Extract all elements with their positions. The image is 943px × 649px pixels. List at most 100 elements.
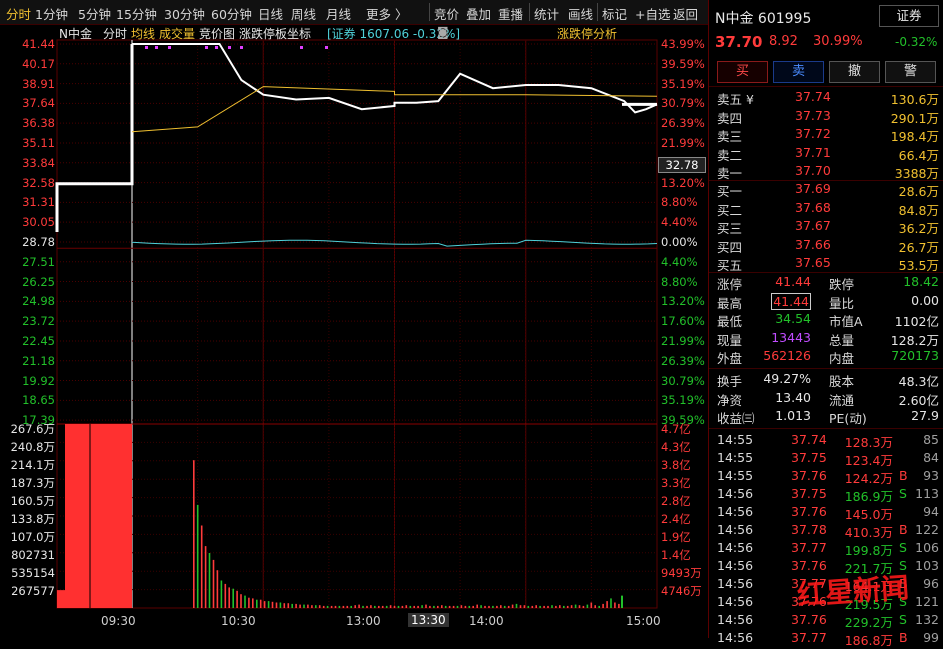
toolbar-item-9[interactable]: 更多 〉 <box>366 4 407 23</box>
tick-price: 37.76 <box>791 558 827 573</box>
toolbar-item-2[interactable]: 5分钟 <box>78 4 111 23</box>
toolbar-item-17[interactable]: 返回 <box>673 4 698 23</box>
volume-bar <box>244 595 246 608</box>
buy-button[interactable]: 买 <box>717 61 768 83</box>
stat-value: 34.54 <box>775 311 811 327</box>
stat-value: 2.60亿 <box>898 392 939 408</box>
cancel-order-button[interactable]: 撤 <box>829 61 880 83</box>
stat-key: 股本 <box>829 374 855 389</box>
volume-tick-4: 160.5万 <box>10 494 55 509</box>
index-badge[interactable]: 证券 <box>879 5 939 27</box>
alert-button[interactable]: 警 <box>885 61 936 83</box>
volume-bar <box>425 604 427 608</box>
toolbar-item-7[interactable]: 周线 <box>291 4 316 23</box>
volume-bar <box>484 605 486 608</box>
tick-row: 14:55 37.75 123.4万 84 <box>717 450 939 468</box>
toolbar-item-8[interactable]: 月线 <box>326 4 351 23</box>
volume-bar <box>503 605 506 608</box>
volume-bar <box>496 605 498 608</box>
volume-bar <box>500 605 502 608</box>
volume-bar <box>220 580 223 608</box>
volume-bar <box>322 605 325 608</box>
toolbar-item-10[interactable]: 竞价 <box>434 4 459 23</box>
stat-key: 流通 <box>829 392 855 408</box>
volume-bar <box>606 601 608 608</box>
volume-bar <box>551 605 553 608</box>
bids-row-1: 买二 37.68 84.8万 <box>717 200 939 218</box>
toolbar-item-16[interactable]: +自选 <box>635 4 670 23</box>
price-tick-9: 30.05 <box>22 215 55 230</box>
toolbar-item-6[interactable]: 日线 <box>258 4 283 23</box>
volume-bar <box>208 553 211 608</box>
volume-bar <box>216 570 219 608</box>
toolbar-item-14[interactable]: 画线 <box>568 4 593 23</box>
pct-tick-16: 26.39% <box>661 353 705 368</box>
asks-row-3: 卖二 37.71 66.4万 <box>717 145 939 163</box>
intraday-chart[interactable] <box>0 24 708 638</box>
volume-bar <box>610 598 612 608</box>
volume-bar <box>232 588 234 608</box>
stat-value: 41.44 <box>775 274 811 289</box>
volume-bar <box>318 605 321 608</box>
volume-bar <box>441 605 443 608</box>
toolbar-item-4[interactable]: 30分钟 <box>164 4 205 23</box>
volume-bar <box>212 559 215 608</box>
amount-tick-8: 9493万 <box>661 566 702 581</box>
stat-key: 净资 <box>717 392 743 408</box>
limit-up-marker <box>205 46 208 49</box>
last-price: 37.70 <box>715 33 763 51</box>
tick-price: 37.75 <box>791 450 827 465</box>
index-change: -0.32% <box>895 35 938 49</box>
pct-tick-17: 30.79% <box>661 373 705 388</box>
tick-row: 14:56 37.77 199.8万 S 106 <box>717 540 939 558</box>
pct-tick-10: 0.00% <box>661 234 698 249</box>
volume-bar <box>578 605 581 608</box>
asks-volume: 198.4万 <box>890 129 939 145</box>
volume-bar <box>421 605 423 608</box>
period-toolbar: 分时 1分钟 5分钟 15分钟 30分钟 60分钟 日线 周线 月线 更多 〉 竞价 叠加 重播 统计 画线… <box>0 0 708 25</box>
bids-price: 37.65 <box>795 255 831 271</box>
volume-bar <box>437 605 439 608</box>
tick-volume: 410.3万 <box>844 525 893 540</box>
toolbar-item-0[interactable]: 分时 <box>6 4 31 23</box>
tick-volume: 123.4万 <box>844 453 893 468</box>
bids-volume: 28.6万 <box>898 184 939 199</box>
asks-price: 37.70 <box>795 163 831 179</box>
asks-row-0: 卖五 ¥ 37.74 130.6万 <box>717 89 939 107</box>
volume-bar <box>240 594 242 608</box>
volume-bar <box>543 605 545 608</box>
bids-price: 37.67 <box>795 218 831 234</box>
volume-bar <box>204 546 207 608</box>
price-tick-3: 37.64 <box>22 96 55 111</box>
volume-bar <box>393 605 396 608</box>
toolbar-item-5[interactable]: 60分钟 <box>211 4 252 23</box>
volume-bar <box>279 602 282 608</box>
price-change: 8.92 <box>769 34 798 49</box>
volume-bar <box>389 605 392 608</box>
tick-time: 14:55 <box>717 450 754 465</box>
price-tick-12: 26.25 <box>22 274 55 289</box>
price-tick-4: 36.38 <box>22 116 55 131</box>
toolbar-item-11[interactable]: 叠加 <box>466 4 491 23</box>
volume-bar <box>413 605 415 608</box>
auction-price-line <box>55 44 134 232</box>
amount-tick-3: 3.3亿 <box>661 476 691 491</box>
toolbar-item-12[interactable]: 重播 <box>498 4 523 23</box>
toolbar-separator <box>429 3 430 21</box>
volume-bar <box>444 605 447 608</box>
amount-tick-6: 1.9亿 <box>661 530 691 545</box>
toolbar-item-1[interactable]: 1分钟 <box>35 4 68 23</box>
divider <box>709 428 943 429</box>
asks-volume: 66.4万 <box>898 147 939 163</box>
volume-bar <box>267 601 270 608</box>
toolbar-item-3[interactable]: 15分钟 <box>116 4 157 23</box>
tick-count: 103 <box>915 558 939 573</box>
limit-up-marker <box>168 46 171 49</box>
toolbar-item-15[interactable]: 标记 <box>602 4 627 23</box>
volume-bar <box>527 605 530 608</box>
volume-bar <box>366 605 368 608</box>
tick-count: 121 <box>915 594 939 609</box>
toolbar-item-13[interactable]: 统计 <box>534 4 559 23</box>
tick-row: 14:56 37.75 186.9万 S 113 <box>717 486 939 504</box>
sell-button[interactable]: 卖 <box>773 61 824 83</box>
